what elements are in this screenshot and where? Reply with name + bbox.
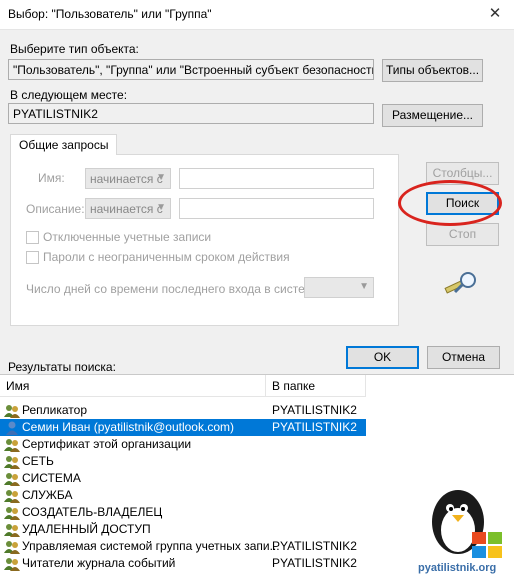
ok-button[interactable]: OK (346, 346, 419, 369)
name-condition-value: начинается с (90, 172, 163, 186)
disabled-accounts-checkbox[interactable] (26, 231, 39, 244)
column-header-name[interactable]: Имя (0, 375, 266, 397)
table-row[interactable]: СИСТЕМА (0, 470, 366, 487)
row-folder: PYATILISTNIK2 (272, 403, 357, 417)
name-condition-combo[interactable]: начинается с ▼ (85, 168, 171, 189)
close-icon[interactable]: ✕ (482, 2, 508, 26)
description-condition-combo[interactable]: начинается с ▼ (85, 198, 171, 219)
group-icon (4, 473, 20, 486)
table-row[interactable]: УДАЛЕННЫЙ ДОСТУП (0, 521, 366, 538)
disabled-accounts-label: Отключенные учетные записи (43, 230, 212, 244)
results-label: Результаты поиска: (8, 360, 116, 374)
chevron-down-icon: ▼ (156, 172, 166, 183)
location-label: В следующем месте: (10, 88, 128, 102)
locations-button[interactable]: Размещение... (382, 104, 483, 127)
non-expiring-password-label: Пароли с неограниченным сроком действия (43, 250, 290, 264)
row-name: СЛУЖБА (22, 488, 73, 502)
user-icon (6, 421, 18, 435)
row-name: Сертификат этой организации (22, 437, 192, 451)
watermark-logo: pyatilistnik.org (414, 482, 514, 578)
group-icon (4, 524, 20, 537)
non-expiring-password-checkbox[interactable] (26, 251, 39, 264)
tab-common-queries[interactable]: Общие запросы (10, 134, 118, 155)
description-condition-value: начинается с (90, 202, 163, 216)
group-icon (4, 490, 20, 503)
group-icon (4, 541, 20, 554)
row-name: Читатели журнала событий (22, 556, 176, 570)
row-name: СЕТЬ (22, 454, 54, 468)
column-header-folder[interactable]: В папке (266, 375, 366, 397)
row-folder: PYATILISTNIK2 (272, 556, 357, 570)
table-row[interactable]: Семин Иван (pyatilistnik@outlook.com) PYA… (0, 419, 366, 436)
watermark-text: pyatilistnik.org (418, 562, 497, 574)
object-type-field: "Пользователь", "Группа" или "Встроенный… (8, 59, 374, 80)
group-icon (4, 456, 20, 469)
object-type-label: Выберите тип объекта: (10, 42, 139, 56)
cancel-button[interactable]: Отмена (427, 346, 500, 369)
row-name: Управляемая системой группа учетных запи… (22, 539, 280, 553)
table-row[interactable]: Читатели журнала событий PYATILISTNIK2 (0, 555, 366, 572)
row-folder: PYATILISTNIK2 (272, 420, 357, 434)
window-title: Выбор: "Пользователь" или "Группа" (8, 7, 212, 21)
location-field: PYATILISTNIK2 (8, 103, 374, 124)
title-bar: Выбор: "Пользователь" или "Группа" ✕ (0, 0, 514, 30)
name-input[interactable] (179, 168, 374, 189)
table-row[interactable]: СОЗДАТЕЛЬ-ВЛАДЕЛЕЦ (0, 504, 366, 521)
days-since-logon-label: Число дней со времени последнего входа в… (26, 282, 323, 296)
table-row[interactable]: Управляемая системой группа учетных запи… (0, 538, 366, 555)
row-name: СИСТЕМА (22, 471, 81, 485)
row-name: СОЗДАТЕЛЬ-ВЛАДЕЛЕЦ (22, 505, 163, 519)
name-label: Имя: (38, 171, 65, 185)
row-name: УДАЛЕННЫЙ ДОСТУП (22, 522, 151, 536)
object-types-button[interactable]: Типы объектов... (382, 59, 483, 82)
table-row[interactable]: Сертификат этой организации (0, 436, 366, 453)
group-icon (4, 558, 20, 571)
chevron-down-icon: ▼ (359, 281, 369, 292)
group-icon (4, 405, 20, 418)
columns-button[interactable]: Столбцы... (426, 162, 499, 185)
table-row[interactable]: СЕТЬ (0, 453, 366, 470)
search-key-icon (444, 272, 476, 294)
group-icon (4, 507, 20, 520)
days-since-logon-combo[interactable]: ▼ (304, 277, 374, 298)
stop-button[interactable]: Стоп (426, 223, 499, 246)
search-button[interactable]: Поиск (426, 192, 499, 215)
table-row[interactable]: Репликатор PYATILISTNIK2 (0, 402, 366, 419)
group-icon (4, 439, 20, 452)
table-row[interactable]: СЛУЖБА (0, 487, 366, 504)
row-name: Репликатор (22, 403, 87, 417)
row-name: Семин Иван (pyatilistnik@outlook.com) (22, 420, 234, 434)
description-input[interactable] (179, 198, 374, 219)
description-label: Описание: (26, 202, 85, 216)
chevron-down-icon: ▼ (156, 202, 166, 213)
row-folder: PYATILISTNIK2 (272, 539, 357, 553)
